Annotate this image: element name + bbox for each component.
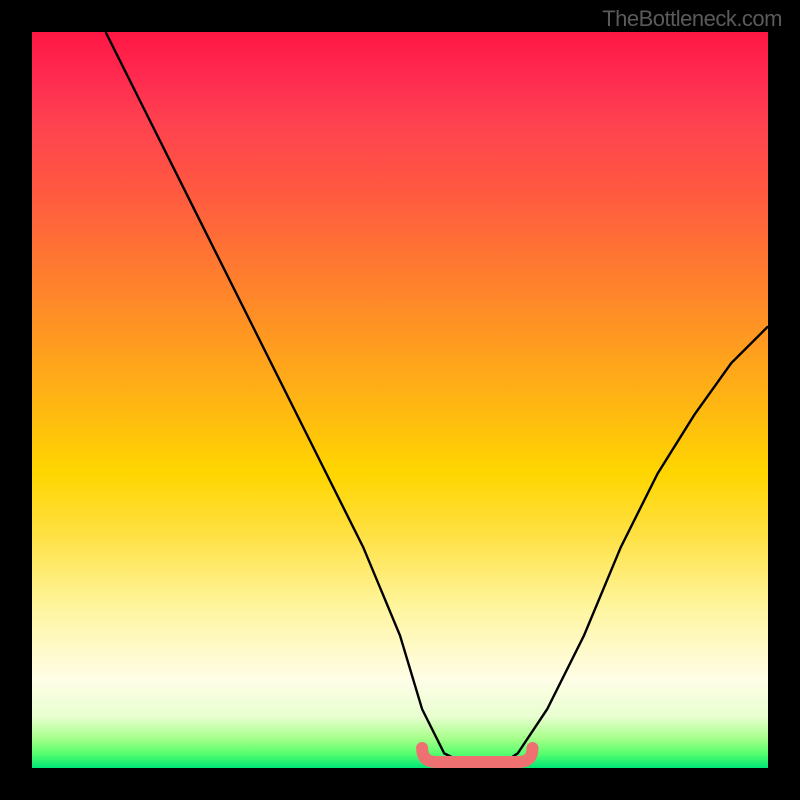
watermark: TheBottleneck.com — [602, 6, 782, 32]
curve-svg — [32, 32, 768, 768]
chart-frame — [0, 0, 800, 800]
plot-area — [32, 32, 768, 768]
main-curve — [106, 32, 768, 768]
